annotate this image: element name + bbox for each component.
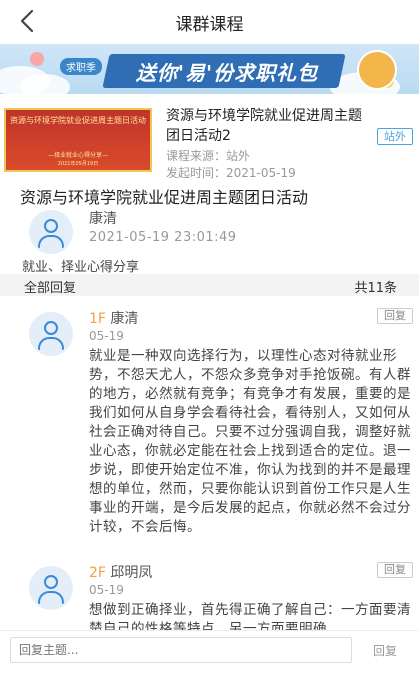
author-avatar: [29, 210, 73, 254]
reply-item: 2F 邱明凤 05-19 回复 想做到正确择业，首先得正确了解自己：一方面要清楚…: [0, 562, 419, 632]
reply-button[interactable]: 回复: [377, 562, 413, 578]
reply-content: 就业是一种双向选择行为，以理性心态对待就业形势，不怨天尤人，不怨众多竞争对手抢饭…: [89, 348, 411, 535]
topic-author-name: 康清: [89, 211, 117, 227]
user-icon: [44, 575, 58, 589]
reply-content: 想做到正确择业，首先得正确了解自己：一方面要清楚自己的性格等特点，另一方面要明确: [89, 602, 411, 632]
poster-date: 2021年05月19日: [57, 161, 99, 167]
banner-mascot-icon: [357, 50, 397, 90]
course-publish-time: 发起时间：2021-05-19: [166, 166, 296, 180]
reply-input[interactable]: [10, 637, 352, 663]
poster-title: 资源与环境学院就业促进周主题日活动: [10, 116, 146, 125]
banner-tag: 求职季: [60, 58, 102, 75]
reply-date: 05-19: [89, 329, 124, 343]
reply-footer: 回复: [0, 630, 419, 696]
source-badge: 站外: [377, 128, 413, 145]
reply-header: 1F 康清: [89, 308, 138, 328]
reply-button[interactable]: 回复: [377, 308, 413, 324]
course-card[interactable]: 资源与环境学院就业促进周主题日活动 —择业就业心得分享— 2021年05月19日…: [0, 100, 419, 180]
reply-count: 共11条: [354, 281, 397, 296]
promo-banner[interactable]: 求职季 送你'易'份求职礼包: [0, 44, 419, 94]
reply-summary-bar: 全部回复 共11条: [0, 274, 419, 296]
reply-date: 05-19: [89, 583, 124, 597]
banner-text: 送你'易'份求职礼包: [135, 61, 319, 85]
topic-description: 就业、择业心得分享: [22, 260, 140, 275]
send-reply-button[interactable]: 回复: [373, 642, 397, 659]
reply-avatar: [29, 312, 73, 356]
course-poster-image: 资源与环境学院就业促进周主题日活动 —择业就业心得分享— 2021年05月19日: [4, 108, 152, 172]
topic-title: 资源与环境学院就业促进周主题团日活动: [20, 188, 309, 207]
reply-floor: 2F: [89, 565, 106, 581]
course-source: 课程来源：站外: [166, 149, 251, 163]
top-bar: 课群课程: [0, 0, 419, 42]
user-icon: [44, 321, 58, 335]
all-replies-label: 全部回复: [24, 281, 77, 296]
course-title: 资源与环境学院就业促进周主题团日活动2: [166, 108, 362, 144]
reply-header: 2F 邱明凤: [89, 562, 152, 582]
page-title: 课群课程: [175, 15, 244, 35]
reply-author: 康清: [110, 311, 139, 327]
reply-avatar: [29, 566, 73, 610]
reply-author: 邱明凤: [110, 565, 153, 581]
poster-subtitle: —择业就业心得分享—: [47, 152, 108, 159]
reply-item: 1F 康清 05-19 回复 就业是一种双向选择行为，以理性心态对待就业形势，不…: [0, 308, 419, 558]
reply-floor: 1F: [89, 311, 106, 327]
topic-time: 2021-05-19 23:01:49: [89, 230, 237, 245]
user-icon: [44, 219, 58, 233]
